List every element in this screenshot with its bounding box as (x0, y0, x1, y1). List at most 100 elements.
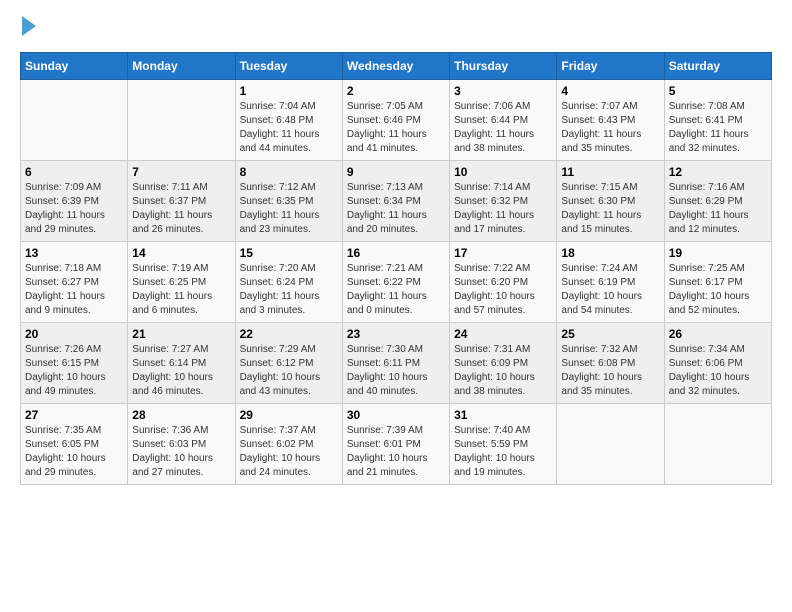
calendar-cell: 27 Sunrise: 7:35 AMSunset: 6:05 PMDayligh… (21, 404, 128, 485)
calendar-cell: 22 Sunrise: 7:29 AMSunset: 6:12 PMDayligh… (235, 323, 342, 404)
day-number: 13 (25, 246, 123, 260)
day-number: 7 (132, 165, 230, 179)
day-info: Sunrise: 7:05 AMSunset: 6:46 PMDaylight:… (347, 100, 445, 156)
day-number: 8 (240, 165, 338, 179)
calendar-cell: 29Sunrise: 7:37 AMSunset: 6:02 PMDayligh… (235, 404, 342, 485)
day-number: 12 (669, 165, 767, 179)
day-number: 1 (240, 84, 338, 98)
calendar-cell (128, 80, 235, 161)
day-number: 21 (132, 327, 230, 341)
day-number: 20 (25, 327, 123, 341)
day-number: 2 (347, 84, 445, 98)
calendar-cell (557, 404, 664, 485)
day-info: Sunrise: 7:09 AMSunset: 6:39 PMDaylight:… (25, 181, 123, 237)
logo (20, 20, 36, 36)
day-info: Sunrise: 7:34 AMSunset: 6:06 PMDaylight:… (669, 343, 767, 399)
weekday-header-tuesday: Tuesday (235, 53, 342, 80)
day-number: 31 (454, 408, 552, 422)
calendar-cell: 28 Sunrise: 7:36 AMSunset: 6:03 PMDayligh… (128, 404, 235, 485)
day-info: Sunrise: 7:30 AMSunset: 6:11 PMDaylight:… (347, 343, 445, 399)
calendar-cell: 16 Sunrise: 7:21 AMSunset: 6:22 PMDayligh… (342, 242, 449, 323)
day-number: 11 (561, 165, 659, 179)
day-number: 14 (132, 246, 230, 260)
calendar-cell: 13Sunrise: 7:18 AMSunset: 6:27 PMDayligh… (21, 242, 128, 323)
day-number: 17 (454, 246, 552, 260)
day-info: Sunrise: 7:22 AMSunset: 6:20 PMDaylight:… (454, 262, 552, 318)
calendar-cell: 2 Sunrise: 7:05 AMSunset: 6:46 PMDaylight… (342, 80, 449, 161)
calendar-cell: 20 Sunrise: 7:26 AMSunset: 6:15 PMDayligh… (21, 323, 128, 404)
calendar-cell (21, 80, 128, 161)
calendar-week-2: 6Sunrise: 7:09 AMSunset: 6:39 PMDaylight… (21, 161, 772, 242)
day-number: 26 (669, 327, 767, 341)
calendar-cell: 6Sunrise: 7:09 AMSunset: 6:39 PMDaylight… (21, 161, 128, 242)
day-info: Sunrise: 7:13 AMSunset: 6:34 PMDaylight:… (347, 181, 445, 237)
day-info: Sunrise: 7:06 AMSunset: 6:44 PMDaylight:… (454, 100, 552, 156)
day-number: 24 (454, 327, 552, 341)
day-number: 15 (240, 246, 338, 260)
day-info: Sunrise: 7:37 AMSunset: 6:02 PMDaylight:… (240, 424, 338, 480)
day-info: Sunrise: 7:36 AMSunset: 6:03 PMDaylight:… (132, 424, 230, 480)
calendar-cell: 8 Sunrise: 7:12 AMSunset: 6:35 PMDaylight… (235, 161, 342, 242)
day-number: 28 (132, 408, 230, 422)
day-info: Sunrise: 7:20 AMSunset: 6:24 PMDaylight:… (240, 262, 338, 318)
day-info: Sunrise: 7:31 AMSunset: 6:09 PMDaylight:… (454, 343, 552, 399)
day-info: Sunrise: 7:04 AMSunset: 6:48 PMDaylight:… (240, 100, 338, 156)
day-info: Sunrise: 7:15 AMSunset: 6:30 PMDaylight:… (561, 181, 659, 237)
calendar-cell: 14 Sunrise: 7:19 AMSunset: 6:25 PMDayligh… (128, 242, 235, 323)
calendar-cell: 4 Sunrise: 7:07 AMSunset: 6:43 PMDaylight… (557, 80, 664, 161)
calendar-cell: 12 Sunrise: 7:16 AMSunset: 6:29 PMDayligh… (664, 161, 771, 242)
day-info: Sunrise: 7:14 AMSunset: 6:32 PMDaylight:… (454, 181, 552, 237)
calendar-cell: 19Sunrise: 7:25 AMSunset: 6:17 PMDayligh… (664, 242, 771, 323)
calendar-cell: 25Sunrise: 7:32 AMSunset: 6:08 PMDayligh… (557, 323, 664, 404)
calendar-cell: 1 Sunrise: 7:04 AMSunset: 6:48 PMDaylight… (235, 80, 342, 161)
weekday-header-monday: Monday (128, 53, 235, 80)
day-info: Sunrise: 7:21 AMSunset: 6:22 PMDaylight:… (347, 262, 445, 318)
day-info: Sunrise: 7:08 AMSunset: 6:41 PMDaylight:… (669, 100, 767, 156)
day-number: 30 (347, 408, 445, 422)
day-number: 4 (561, 84, 659, 98)
calendar-cell: 15 Sunrise: 7:20 AMSunset: 6:24 PMDayligh… (235, 242, 342, 323)
logo-arrow-icon (22, 16, 36, 36)
day-info: Sunrise: 7:07 AMSunset: 6:43 PMDaylight:… (561, 100, 659, 156)
day-number: 22 (240, 327, 338, 341)
page-header (20, 20, 772, 36)
calendar-cell: 21 Sunrise: 7:27 AMSunset: 6:14 PMDayligh… (128, 323, 235, 404)
weekday-header-friday: Friday (557, 53, 664, 80)
weekday-header-row: SundayMondayTuesdayWednesdayThursdayFrid… (21, 53, 772, 80)
weekday-header-sunday: Sunday (21, 53, 128, 80)
day-number: 16 (347, 246, 445, 260)
day-info: Sunrise: 7:16 AMSunset: 6:29 PMDaylight:… (669, 181, 767, 237)
day-info: Sunrise: 7:25 AMSunset: 6:17 PMDaylight:… (669, 262, 767, 318)
calendar-week-1: 1 Sunrise: 7:04 AMSunset: 6:48 PMDaylight… (21, 80, 772, 161)
day-number: 5 (669, 84, 767, 98)
day-number: 10 (454, 165, 552, 179)
day-info: Sunrise: 7:11 AMSunset: 6:37 PMDaylight:… (132, 181, 230, 237)
calendar-cell: 18Sunrise: 7:24 AMSunset: 6:19 PMDayligh… (557, 242, 664, 323)
day-info: Sunrise: 7:19 AMSunset: 6:25 PMDaylight:… (132, 262, 230, 318)
day-info: Sunrise: 7:12 AMSunset: 6:35 PMDaylight:… (240, 181, 338, 237)
calendar-week-5: 27 Sunrise: 7:35 AMSunset: 6:05 PMDayligh… (21, 404, 772, 485)
calendar-cell: 3 Sunrise: 7:06 AMSunset: 6:44 PMDaylight… (450, 80, 557, 161)
day-number: 9 (347, 165, 445, 179)
calendar-cell: 11 Sunrise: 7:15 AMSunset: 6:30 PMDayligh… (557, 161, 664, 242)
day-info: Sunrise: 7:29 AMSunset: 6:12 PMDaylight:… (240, 343, 338, 399)
calendar-cell: 7 Sunrise: 7:11 AMSunset: 6:37 PMDaylight… (128, 161, 235, 242)
day-info: Sunrise: 7:27 AMSunset: 6:14 PMDaylight:… (132, 343, 230, 399)
day-info: Sunrise: 7:26 AMSunset: 6:15 PMDaylight:… (25, 343, 123, 399)
day-info: Sunrise: 7:40 AMSunset: 5:59 PMDaylight:… (454, 424, 552, 480)
calendar-cell: 17 Sunrise: 7:22 AMSunset: 6:20 PMDayligh… (450, 242, 557, 323)
day-number: 27 (25, 408, 123, 422)
calendar-week-3: 13Sunrise: 7:18 AMSunset: 6:27 PMDayligh… (21, 242, 772, 323)
calendar-cell: 31 Sunrise: 7:40 AMSunset: 5:59 PMDayligh… (450, 404, 557, 485)
day-number: 18 (561, 246, 659, 260)
calendar-cell: 30 Sunrise: 7:39 AMSunset: 6:01 PMDayligh… (342, 404, 449, 485)
day-number: 3 (454, 84, 552, 98)
calendar-cell: 5 Sunrise: 7:08 AMSunset: 6:41 PMDaylight… (664, 80, 771, 161)
day-info: Sunrise: 7:35 AMSunset: 6:05 PMDaylight:… (25, 424, 123, 480)
calendar-table: SundayMondayTuesdayWednesdayThursdayFrid… (20, 52, 772, 485)
calendar-cell: 24 Sunrise: 7:31 AMSunset: 6:09 PMDayligh… (450, 323, 557, 404)
calendar-cell (664, 404, 771, 485)
weekday-header-wednesday: Wednesday (342, 53, 449, 80)
calendar-cell: 23Sunrise: 7:30 AMSunset: 6:11 PMDayligh… (342, 323, 449, 404)
day-info: Sunrise: 7:39 AMSunset: 6:01 PMDaylight:… (347, 424, 445, 480)
